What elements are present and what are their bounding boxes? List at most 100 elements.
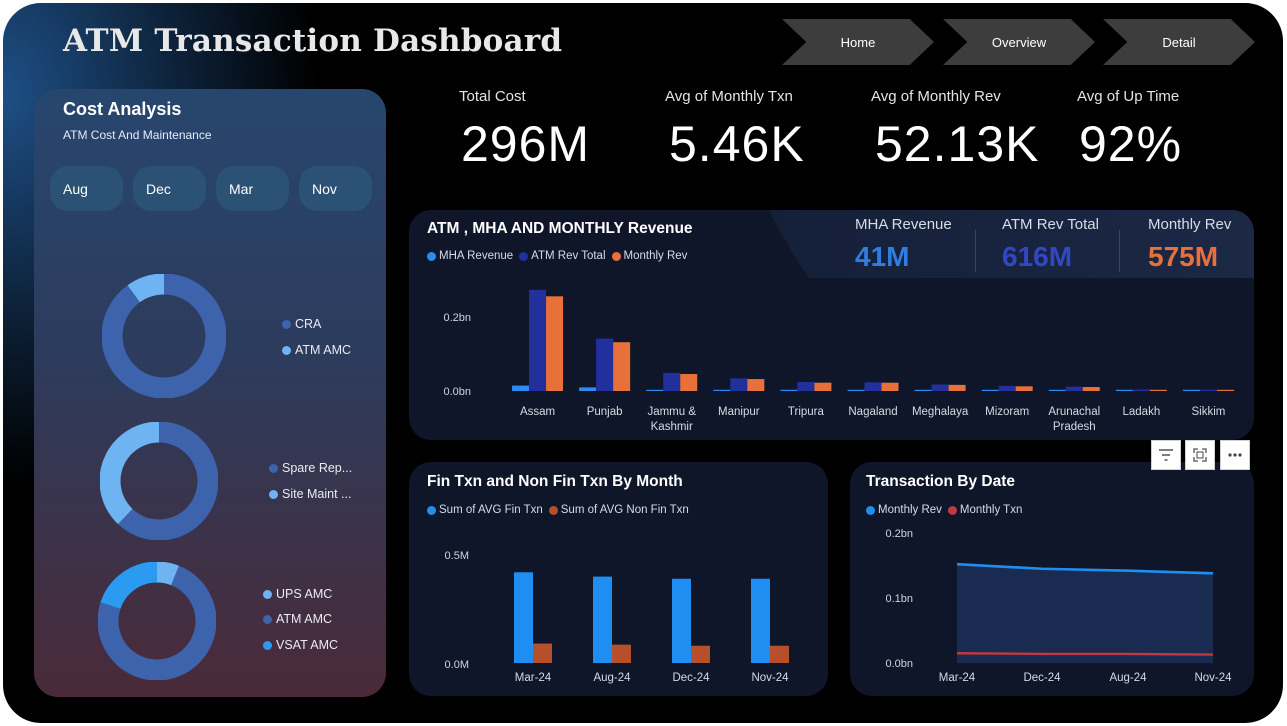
nav-detail-button[interactable]: Detail [1103, 19, 1255, 65]
x-tick-label: Aug-24 [593, 672, 631, 684]
x-tick-label: Ladakh [1122, 406, 1160, 418]
cost-donut-chart-2[interactable] [100, 422, 218, 540]
x-tick-label: Tripura [788, 406, 825, 418]
legend-label: VSAT AMC [276, 638, 339, 652]
month-slicer-mar[interactable]: Mar [216, 166, 289, 211]
donut-3-legend-vsat-amc: VSAT AMC [263, 638, 338, 652]
legend-dot [282, 319, 291, 329]
y-tick-label: 0.0bn [885, 658, 913, 670]
bar [514, 572, 533, 663]
kpi-avg-monthly-txn-value: 5.46K [669, 116, 805, 172]
bar [713, 389, 731, 391]
y-tick-label: 0.2bn [885, 528, 913, 540]
bar [1132, 389, 1150, 391]
y-tick-label: 0.2bn [443, 312, 471, 324]
month-slicer-aug[interactable]: Aug [50, 166, 123, 211]
legend-label: UPS AMC [276, 587, 333, 601]
bar [1182, 389, 1200, 391]
bar [847, 389, 865, 391]
bar [981, 389, 999, 391]
kpi-avg-monthly-rev-label: Avg of Monthly Rev [871, 88, 1001, 105]
x-tick-label: Nov-24 [1194, 672, 1232, 684]
bar [931, 384, 949, 391]
x-tick-label: Pradesh [1053, 421, 1096, 433]
fin-txn-bar-chart[interactable]: 0.0M 0.5M Mar-24 Aug-24 Dec-24 Nov-24 [409, 462, 828, 696]
bar [1115, 389, 1133, 391]
legend-dot [282, 345, 291, 355]
x-tick-label: Nov-24 [751, 672, 789, 684]
x-tick-label: Manipur [718, 406, 760, 418]
focus-mode-icon [1193, 448, 1207, 462]
bar [533, 643, 552, 663]
series-line [956, 652, 1214, 656]
x-tick-label: Mar-24 [515, 672, 552, 684]
bar [998, 385, 1016, 391]
bar [948, 384, 966, 391]
y-tick-label: 0.0M [445, 659, 469, 671]
revenue-bar-chart[interactable]: 0.0bn 0.2bn Assam Punjab Jammu & Kashmir Manip… [409, 210, 1254, 440]
bar [814, 382, 832, 391]
bar [730, 378, 748, 391]
filter-button[interactable] [1151, 440, 1181, 470]
x-tick-label: Meghalaya [912, 406, 969, 418]
bar [797, 381, 815, 391]
bar [596, 338, 614, 391]
bar [613, 342, 631, 391]
bar [1149, 389, 1167, 391]
legend-label: ATM AMC [295, 343, 352, 357]
bar [672, 578, 691, 663]
bar [646, 389, 664, 391]
legend-dot [263, 589, 272, 599]
legend-label: Site Maint ... [282, 487, 352, 501]
more-options-button[interactable] [1220, 440, 1250, 470]
bar [579, 387, 597, 391]
bar [864, 382, 882, 391]
kpi-avg-monthly-rev-value: 52.13K [875, 116, 1040, 172]
x-tick-label: Aug-24 [1109, 672, 1147, 684]
x-tick-label: Nagaland [848, 406, 897, 418]
y-tick-label: 0.0bn [443, 386, 471, 398]
y-tick-label: 0.5M [445, 550, 469, 562]
bar [1015, 386, 1033, 391]
donut-slice [102, 274, 226, 398]
x-tick-label: Jammu & [647, 406, 696, 418]
bar [780, 389, 798, 391]
donut-2-legend-spare-rep: Spare Rep... [269, 461, 352, 475]
legend-dot [269, 463, 278, 473]
transaction-by-date-area-chart[interactable]: 0.0bn 0.1bn 0.2bn Mar-24 Dec-24 Aug-24 Nov-24 [850, 462, 1254, 696]
bar [529, 289, 547, 391]
donut-1-legend-cra: CRA [282, 317, 321, 331]
legend-label: Spare Rep... [282, 461, 353, 475]
cost-analysis-subtitle: ATM Cost And Maintenance [63, 128, 212, 142]
donut-3-legend-ups-amc: UPS AMC [263, 587, 332, 601]
bar [747, 379, 765, 391]
cost-donut-chart-3[interactable] [98, 562, 216, 680]
dashboard-title: ATM Transaction Dashboard [63, 23, 563, 59]
x-tick-label: Sikkim [1192, 406, 1226, 418]
bar [593, 576, 612, 663]
kpi-total-cost-label: Total Cost [459, 88, 526, 105]
cost-analysis-title: Cost Analysis [63, 99, 182, 119]
bar [1199, 389, 1217, 391]
legend-dot [263, 614, 272, 624]
donut-3-legend-atm-amc: ATM AMC [263, 612, 332, 626]
transaction-by-date-panel: Transaction By Date Monthly Rev Monthly … [850, 462, 1254, 696]
bar [1065, 386, 1083, 391]
focus-mode-button[interactable] [1185, 440, 1215, 470]
x-tick-label: Arunachal [1048, 406, 1100, 418]
bar [751, 578, 770, 663]
x-tick-label: Dec-24 [1023, 672, 1061, 684]
more-options-icon [1228, 453, 1242, 457]
revenue-chart-panel: ATM , MHA AND MONTHLY Revenue MHA Revenu… [409, 210, 1254, 440]
legend-dot [263, 640, 272, 650]
bar [612, 644, 631, 663]
x-tick-label: Mizoram [985, 406, 1029, 418]
month-slicer-nov[interactable]: Nov [299, 166, 372, 211]
month-slicer-dec[interactable]: Dec [133, 166, 206, 211]
x-tick-label: Mar-24 [939, 672, 976, 684]
bar [680, 374, 698, 391]
cost-analysis-panel: Cost Analysis ATM Cost And Maintenance A… [34, 89, 386, 697]
nav-overview-button[interactable]: Overview [943, 19, 1095, 65]
nav-home-button[interactable]: Home [782, 19, 934, 65]
cost-donut-chart-1[interactable] [102, 274, 226, 398]
